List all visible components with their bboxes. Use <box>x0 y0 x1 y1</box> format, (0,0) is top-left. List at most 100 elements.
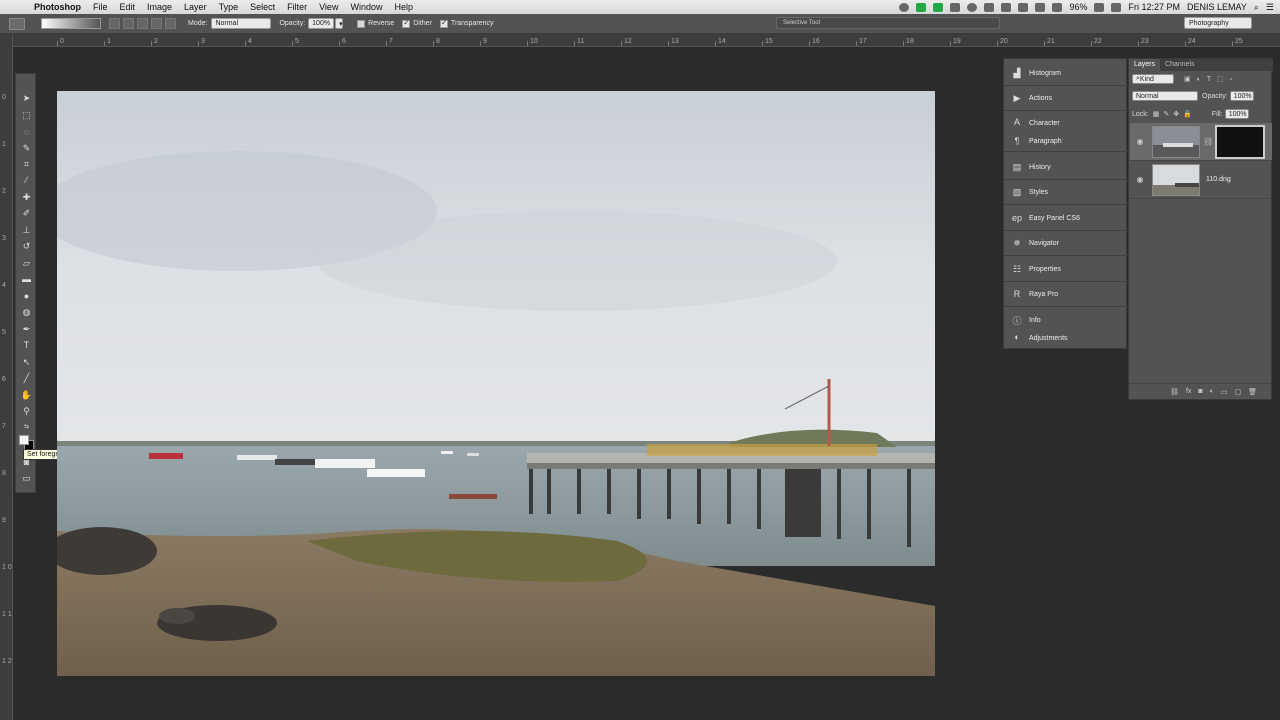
linear-gradient-icon[interactable] <box>109 18 120 29</box>
gradient-tool-icon[interactable]: ▬ <box>20 273 33 285</box>
panel-easy-panel[interactable]: ep Easy Panel CS6 <box>1004 207 1128 231</box>
stamp-tool-icon[interactable]: ⊥ <box>20 224 33 236</box>
panel-actions[interactable]: ▶ Actions <box>1004 87 1128 111</box>
group-icon[interactable]: ▭ <box>1221 388 1228 396</box>
tab-layers[interactable]: Layers <box>1129 59 1161 71</box>
quick-select-tool-icon[interactable]: ✎ <box>20 142 33 154</box>
transparency-checkbox[interactable] <box>439 18 448 28</box>
app-tray-icon[interactable] <box>916 2 927 12</box>
trash-icon[interactable]: 🗑 <box>1248 388 1257 396</box>
kind-filter-select[interactable]: ⌕ Kind <box>1132 74 1174 84</box>
dodge-tool-icon[interactable]: ◍ <box>20 306 33 318</box>
panel-navigator[interactable]: ✵ Navigator <box>1004 232 1128 256</box>
reverse-option[interactable]: Reverse <box>357 19 394 28</box>
clock[interactable]: Fri 12:27 PM <box>1128 2 1180 12</box>
adjustment-layer-icon[interactable]: ◐ <box>1210 388 1214 395</box>
opacity-input[interactable]: 100% <box>308 18 335 29</box>
panel-styles[interactable]: ▨ Styles <box>1004 181 1128 205</box>
radial-gradient-icon[interactable] <box>123 18 134 29</box>
eraser-tool-icon[interactable]: ▱ <box>20 257 33 269</box>
move-tool-icon[interactable]: ➤ <box>20 92 33 104</box>
tool-preset-icon[interactable] <box>9 17 25 30</box>
path-select-tool-icon[interactable]: ↖ <box>20 356 33 368</box>
battery-icon[interactable] <box>1094 2 1105 12</box>
tab-channels[interactable]: Channels <box>1160 59 1200 71</box>
layer-thumbnail[interactable] <box>1152 125 1200 158</box>
lasso-tool-icon[interactable]: ◌ <box>20 126 33 138</box>
dropbox-icon[interactable] <box>950 2 961 12</box>
brush-tool-icon[interactable]: ✐ <box>20 207 33 219</box>
dither-option[interactable]: Dither <box>402 18 432 28</box>
layer-mask-thumbnail[interactable] <box>1215 124 1266 159</box>
menu-type[interactable]: Type <box>219 2 239 12</box>
spotlight-icon[interactable]: ⌕ <box>1254 2 1259 13</box>
angle-gradient-icon[interactable] <box>137 18 148 29</box>
document-canvas[interactable] <box>57 91 935 676</box>
line-tool-icon[interactable]: ╱ <box>20 372 33 384</box>
user-name[interactable]: DENIS LEMAY <box>1187 2 1247 12</box>
link-icon[interactable]: ⛓ <box>1203 137 1213 146</box>
record-icon[interactable] <box>899 2 910 12</box>
blur-tool-icon[interactable]: ● <box>20 290 33 302</box>
new-layer-icon[interactable]: ▢ <box>1234 388 1241 396</box>
monitor-icon[interactable] <box>984 2 995 12</box>
opacity-dropdown-icon[interactable]: ▾ <box>335 18 344 29</box>
menu-view[interactable]: View <box>319 2 338 12</box>
volume-icon[interactable] <box>1035 2 1046 12</box>
mode-select[interactable]: Normal <box>211 18 272 29</box>
fill-input[interactable]: 100% <box>1224 109 1249 119</box>
reflected-gradient-icon[interactable] <box>151 18 162 29</box>
menu-layer[interactable]: Layer <box>184 2 207 12</box>
hand-tool-icon[interactable]: ✋ <box>20 389 33 401</box>
menu-list-icon[interactable]: ☰ <box>1266 2 1274 13</box>
filter-type-icons[interactable]: ▣◐T⬚▫ <box>1184 75 1238 83</box>
panel-history[interactable]: ▤ History <box>1004 156 1128 180</box>
add-mask-icon[interactable]: ◙ <box>1198 388 1202 395</box>
flag-icon[interactable] <box>1111 2 1122 12</box>
menu-window[interactable]: Window <box>350 2 382 12</box>
panel-character[interactable]: A Character <box>1004 114 1128 132</box>
panel-paragraph[interactable]: ¶ Paragraph <box>1004 132 1128 152</box>
menu-filter[interactable]: Filter <box>287 2 307 12</box>
dither-checkbox[interactable] <box>402 18 411 28</box>
transparency-option[interactable]: Transparency <box>439 18 493 28</box>
wifi-icon[interactable] <box>1052 2 1063 12</box>
swap-colors-icon[interactable]: ⇆ <box>20 420 33 432</box>
crop-tool-icon[interactable]: ⌗ <box>20 158 33 170</box>
screen-mode-icon[interactable]: ▭ <box>20 472 33 484</box>
foreground-color-swatch[interactable] <box>19 435 29 445</box>
pen-tool-icon[interactable]: ✒ <box>20 323 33 335</box>
layer-row[interactable]: ◉ ⛓ <box>1130 123 1272 161</box>
bluetooth-icon[interactable] <box>1001 2 1012 12</box>
eye-icon[interactable]: ◉ <box>1134 137 1146 146</box>
eye-icon[interactable]: ◉ <box>1134 175 1146 184</box>
vertical-ruler[interactable]: 0 1 2 3 4 5 6 7 8 9 1 0 1 1 1 2 <box>0 34 13 720</box>
diamond-gradient-icon[interactable] <box>165 18 176 29</box>
app-menu[interactable]: Photoshop <box>34 2 81 12</box>
blend-mode-select[interactable]: Normal <box>1132 91 1198 101</box>
layer-row[interactable]: ◉ 110.dng <box>1130 161 1272 199</box>
panel-info[interactable]: ⓘ Info <box>1004 311 1128 329</box>
evernote-icon[interactable] <box>933 2 944 12</box>
fx-icon[interactable]: fx <box>1186 388 1191 395</box>
battery-percent[interactable]: 96% <box>1069 2 1087 12</box>
horizontal-ruler[interactable]: 0 1 2 3 4 5 6 7 8 9 10 11 12 13 14 15 16 17 18 19 20 21 22 23 24… <box>13 34 1280 47</box>
eyedropper-tool-icon[interactable]: ⁄ <box>20 174 33 186</box>
menu-help[interactable]: Help <box>394 2 413 12</box>
layer-thumbnail[interactable] <box>1152 163 1200 196</box>
marquee-tool-icon[interactable]: ⬚ <box>20 109 33 121</box>
menu-image[interactable]: Image <box>147 2 172 12</box>
panel-histogram[interactable]: ▟ Histogram <box>1004 62 1128 86</box>
menu-select[interactable]: Select <box>250 2 275 12</box>
link-layers-icon[interactable]: ⛓ <box>1170 388 1179 396</box>
layer-name[interactable]: 110.dng <box>1206 176 1231 183</box>
lock-icons[interactable]: ▦✎✥🔒 <box>1153 110 1196 118</box>
panel-raya-pro[interactable]: R Raya Pro <box>1004 283 1128 307</box>
gradient-swatch[interactable] <box>41 18 101 29</box>
type-tool-icon[interactable]: T <box>20 339 33 351</box>
healing-tool-icon[interactable]: ✚ <box>20 191 33 203</box>
reverse-checkbox[interactable] <box>357 19 366 28</box>
timemachine-icon[interactable] <box>1018 2 1029 12</box>
workspace-select[interactable]: Photography <box>1184 17 1252 29</box>
zoom-tool-icon[interactable]: ⚲ <box>20 405 33 417</box>
